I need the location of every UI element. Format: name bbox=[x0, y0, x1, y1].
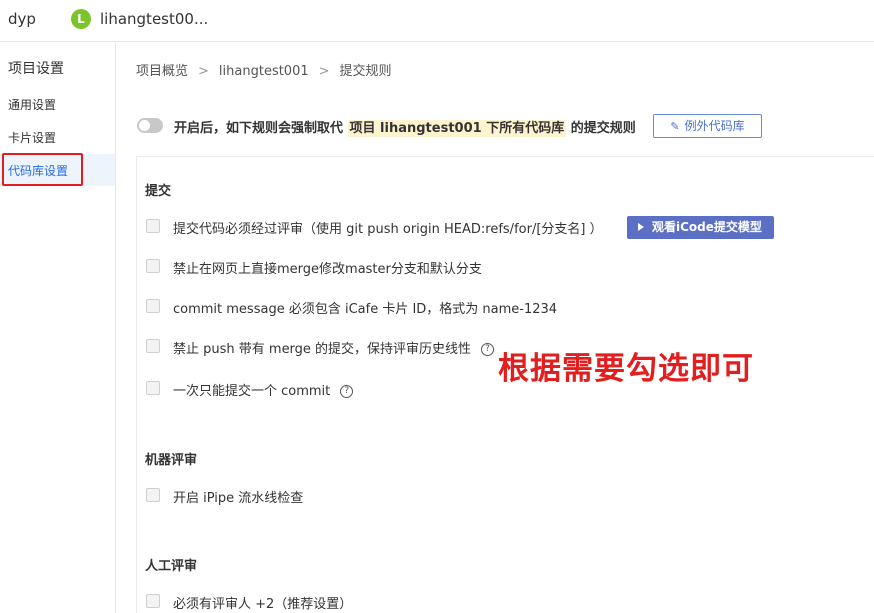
section-title-commit: 提交 bbox=[145, 184, 172, 199]
toggle-text-highlight: 项目 lihangtest001 下所有代码库 bbox=[347, 120, 567, 137]
rule-label-review-required: 提交代码必须经过评审（使用 git push origin HEAD:refs/… bbox=[173, 222, 603, 237]
sidebar-title: 项目设置 bbox=[8, 61, 64, 77]
section-title-machine-review: 机器评审 bbox=[145, 453, 198, 468]
enforce-rules-description: 开启后，如下规则会强制取代 项目 lihangtest001 下所有代码库 的提… bbox=[174, 117, 636, 137]
toggle-text-after: 的提交规则 bbox=[566, 121, 636, 136]
rule-label-linear-history: 禁止 push 带有 merge 的提交，保持评审历史线性? bbox=[173, 338, 495, 357]
rule-label-icafe-id: commit message 必须包含 iCafe 卡片 ID，格式为 name… bbox=[173, 302, 558, 317]
top-bar: dyp L lihangtest00... bbox=[0, 0, 874, 42]
question-circle-icon[interactable]: ? bbox=[340, 385, 354, 398]
rule-checkbox-reviewer-plus2[interactable] bbox=[146, 594, 160, 608]
toggle-text-before: 开启后，如下规则会强制取代 bbox=[174, 121, 348, 136]
rule-label-ipipe-check: 开启 iPipe 流水线检查 bbox=[173, 491, 304, 506]
rule-label-reviewer-plus2: 必须有评审人 +2（推荐设置） bbox=[173, 597, 353, 612]
breadcrumb-separator: > bbox=[198, 64, 209, 79]
breadcrumb: 项目概览 > lihangtest001 > 提交规则 bbox=[136, 60, 392, 79]
project-avatar[interactable]: L bbox=[71, 9, 91, 29]
exception-repos-button[interactable]: ✎ 例外代码库 bbox=[653, 114, 762, 138]
annotation-highlight-box bbox=[2, 153, 83, 186]
org-name[interactable]: dyp bbox=[8, 10, 36, 28]
breadcrumb-item-project[interactable]: lihangtest001 bbox=[219, 64, 309, 79]
section-title-manual-review: 人工评审 bbox=[145, 559, 198, 574]
rule-label-single-commit-text: 一次只能提交一个 commit bbox=[173, 384, 331, 399]
enforce-rules-toggle[interactable] bbox=[137, 118, 163, 133]
sidebar: 项目设置 通用设置 卡片设置 代码库设置 bbox=[0, 43, 116, 613]
question-circle-icon[interactable]: ? bbox=[481, 343, 495, 356]
project-name[interactable]: lihangtest00... bbox=[100, 10, 208, 28]
rule-checkbox-icafe-id[interactable] bbox=[146, 299, 160, 313]
watch-button-label: 观看iCode提交模型 bbox=[652, 220, 762, 234]
rule-checkbox-single-commit[interactable] bbox=[146, 381, 160, 395]
rule-checkbox-linear-history[interactable] bbox=[146, 339, 160, 353]
play-icon bbox=[638, 223, 644, 231]
annotation-text: 根据需要勾选即可 bbox=[498, 351, 754, 387]
sidebar-item-general[interactable]: 通用设置 bbox=[8, 96, 56, 113]
sidebar-item-card[interactable]: 卡片设置 bbox=[8, 129, 56, 146]
breadcrumb-item-current: 提交规则 bbox=[339, 64, 392, 79]
rule-checkbox-review-required[interactable] bbox=[146, 219, 160, 233]
breadcrumb-separator: > bbox=[318, 64, 330, 79]
breadcrumb-item-overview[interactable]: 项目概览 bbox=[136, 64, 188, 79]
rule-checkbox-no-web-merge[interactable] bbox=[146, 259, 160, 273]
watch-icode-model-button[interactable]: 观看iCode提交模型 bbox=[627, 216, 774, 239]
rule-checkbox-ipipe-check[interactable] bbox=[146, 488, 160, 502]
rule-label-no-web-merge: 禁止在网页上直接merge修改master分支和默认分支 bbox=[173, 262, 482, 277]
rule-label-linear-history-text: 禁止 push 带有 merge 的提交，保持评审历史线性 bbox=[173, 342, 472, 357]
exception-button-label: 例外代码库 bbox=[684, 119, 745, 133]
toggle-knob bbox=[139, 120, 150, 131]
pencil-icon: ✎ bbox=[670, 120, 680, 133]
rule-label-single-commit: 一次只能提交一个 commit? bbox=[173, 380, 354, 399]
